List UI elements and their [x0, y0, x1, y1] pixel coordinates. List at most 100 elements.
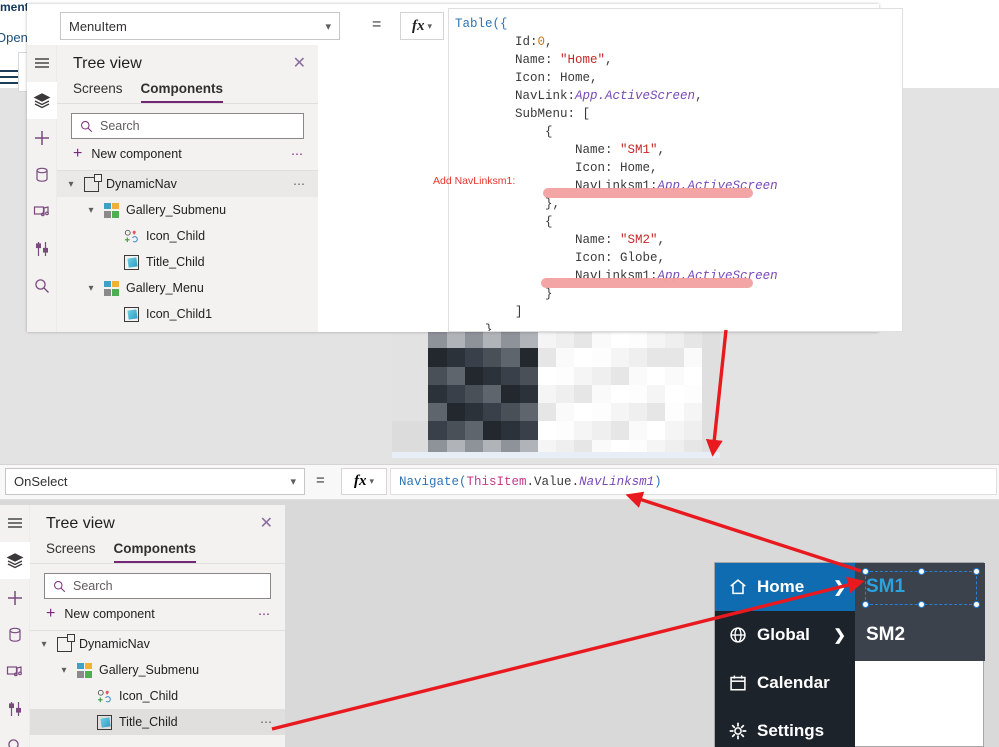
tree-item-gallery_submenu[interactable]: ▾ Gallery_Submenu: [30, 657, 285, 683]
background-open-label[interactable]: Open: [0, 30, 28, 45]
tab-screens-bottom[interactable]: Screens: [46, 541, 96, 563]
tree-item-title_child[interactable]: Title_Child: [57, 249, 318, 275]
database-icon: [36, 167, 48, 182]
rail-item-database[interactable]: [27, 156, 57, 193]
new-component-button-top[interactable]: + New component ⋯: [57, 139, 318, 170]
tree-item-label: Gallery_Menu: [126, 281, 204, 295]
ellipsis-icon[interactable]: ⋯: [260, 715, 273, 729]
formula-line: {: [455, 215, 553, 229]
gallery-icon: [77, 662, 92, 678]
resize-handle-sw[interactable]: [862, 601, 869, 608]
tree-item-title_child[interactable]: Title_Child ⋯: [30, 709, 285, 735]
submenu-item-sm2[interactable]: SM2: [855, 611, 985, 659]
highlight-stroke-1: [543, 188, 753, 198]
tree-item-label: DynamicNav: [79, 637, 150, 651]
rail-item-plus[interactable]: [27, 119, 57, 156]
new-component-button-bottom[interactable]: + New component ⋯: [30, 599, 285, 630]
rail-item-settings-sliders[interactable]: [27, 230, 57, 267]
fx-button-bottom[interactable]: fx ▾: [341, 468, 387, 495]
property-selector-bottom[interactable]: OnSelect ▾: [5, 468, 305, 495]
nav-item-label: Calendar: [757, 673, 830, 692]
rail-item-database[interactable]: [0, 616, 30, 653]
rail-item-settings-sliders[interactable]: [0, 690, 30, 727]
rail-item-hamburger[interactable]: [0, 505, 30, 542]
new-component-label: New component: [64, 607, 155, 621]
formula-line: Id:0,: [455, 35, 553, 49]
tree-item-icon_child[interactable]: Icon_Child: [57, 223, 318, 249]
rail-item-media[interactable]: [27, 193, 57, 230]
nav-preview: Home ❯ Global ❯ Calendar Settings SM1 SM2: [714, 562, 985, 747]
tab-components-top[interactable]: Components: [140, 81, 224, 103]
nav-item-global[interactable]: Global ❯: [715, 611, 855, 659]
ellipsis-icon[interactable]: ⋯: [258, 607, 271, 621]
search-icon: [8, 738, 19, 747]
close-icon[interactable]: ✕: [260, 516, 273, 532]
property-selector-top[interactable]: MenuItem ▾: [60, 12, 340, 40]
rail-item-media[interactable]: [0, 653, 30, 690]
nav-item-calendar[interactable]: Calendar: [715, 659, 855, 707]
tree-item-label: Icon_Child: [146, 229, 206, 243]
gallery-icon: [104, 202, 119, 218]
tree-item-label: Icon_Child1: [146, 307, 213, 321]
tree-item-gallery_submenu[interactable]: ▾ Gallery_Submenu: [57, 197, 318, 223]
search-input-top[interactable]: Search: [71, 113, 304, 139]
chevron-down-icon[interactable]: ▾: [38, 639, 50, 650]
chevron-down-icon[interactable]: ▾: [85, 283, 97, 294]
formula-editor-bottom[interactable]: Navigate(ThisItem. Value. NavLinksm1): [390, 468, 997, 495]
treeview-tabs-top: Screens Components: [57, 77, 318, 103]
resize-handle-n[interactable]: [918, 568, 925, 575]
tree-item-dynamicnav[interactable]: ▾ DynamicNav ⋯: [57, 171, 318, 197]
component-tree-bottom: ▾ DynamicNav ▾ Gallery_Submenu Icon_Child Tit…: [30, 631, 285, 735]
formula-value: Value: [534, 474, 572, 489]
rail-item-layers[interactable]: [27, 82, 57, 119]
nav-item-settings[interactable]: Settings: [715, 707, 855, 747]
chevron-down-icon[interactable]: ▾: [65, 179, 77, 190]
nav-menu-gallery: Home ❯ Global ❯ Calendar Settings: [715, 563, 855, 747]
layers-icon: [33, 92, 51, 108]
icon-child-icon: [97, 689, 112, 704]
hamburger-icon: [35, 57, 49, 68]
chevron-down-icon[interactable]: ▾: [58, 665, 70, 676]
plus-icon: [35, 130, 49, 145]
nav-item-home[interactable]: Home ❯: [715, 563, 855, 611]
rail-item-search[interactable]: [0, 727, 30, 747]
tree-item-label: Gallery_Submenu: [126, 203, 227, 217]
tree-item-dynamicnav[interactable]: ▾ DynamicNav: [30, 631, 285, 657]
chevron-down-icon: ▾: [325, 20, 331, 33]
treeview-panel-top: Tree view ✕ Screens Components Search + N…: [57, 45, 318, 332]
fx-button-top[interactable]: fx ▾: [400, 12, 444, 40]
search-icon: [81, 120, 93, 132]
formula-close-paren: ): [654, 474, 662, 489]
resize-handle-s[interactable]: [918, 601, 925, 608]
resize-handle-se[interactable]: [973, 601, 980, 608]
formula-thisitem: ThisItem: [466, 474, 527, 489]
component-icon: [57, 633, 75, 652]
ellipsis-icon[interactable]: ⋯: [293, 177, 306, 191]
left-rail-bottom: [0, 505, 30, 747]
tab-components-bottom[interactable]: Components: [113, 541, 197, 563]
search-input-bottom[interactable]: Search: [44, 573, 271, 599]
title-child-icon: [124, 254, 139, 270]
chevron-down-icon[interactable]: ▾: [85, 205, 97, 216]
nav-item-label: Settings: [757, 721, 825, 740]
formula-dot: .: [526, 474, 535, 489]
close-icon[interactable]: ✕: [293, 56, 306, 72]
ellipsis-icon[interactable]: ⋯: [291, 147, 304, 161]
database-icon: [9, 627, 21, 642]
gear-icon: [729, 722, 747, 740]
resize-handle-nw[interactable]: [862, 568, 869, 575]
fx-label: fx: [353, 473, 367, 489]
rail-item-layers[interactable]: [0, 542, 30, 579]
tab-screens-top[interactable]: Screens: [73, 81, 123, 103]
tree-item-icon_child1[interactable]: Icon_Child1: [57, 301, 318, 327]
selection-box[interactable]: [862, 568, 980, 608]
tree-item-icon_child[interactable]: Icon_Child: [30, 683, 285, 709]
formula-line: Icon: Home,: [455, 71, 598, 85]
fx-label: fx: [411, 17, 425, 34]
nav-item-label: Global: [757, 625, 810, 644]
tree-item-gallery_menu[interactable]: ▾ Gallery_Menu: [57, 275, 318, 301]
rail-item-search[interactable]: [27, 267, 57, 304]
rail-item-hamburger[interactable]: [27, 45, 57, 82]
rail-item-plus[interactable]: [0, 579, 30, 616]
resize-handle-ne[interactable]: [973, 568, 980, 575]
